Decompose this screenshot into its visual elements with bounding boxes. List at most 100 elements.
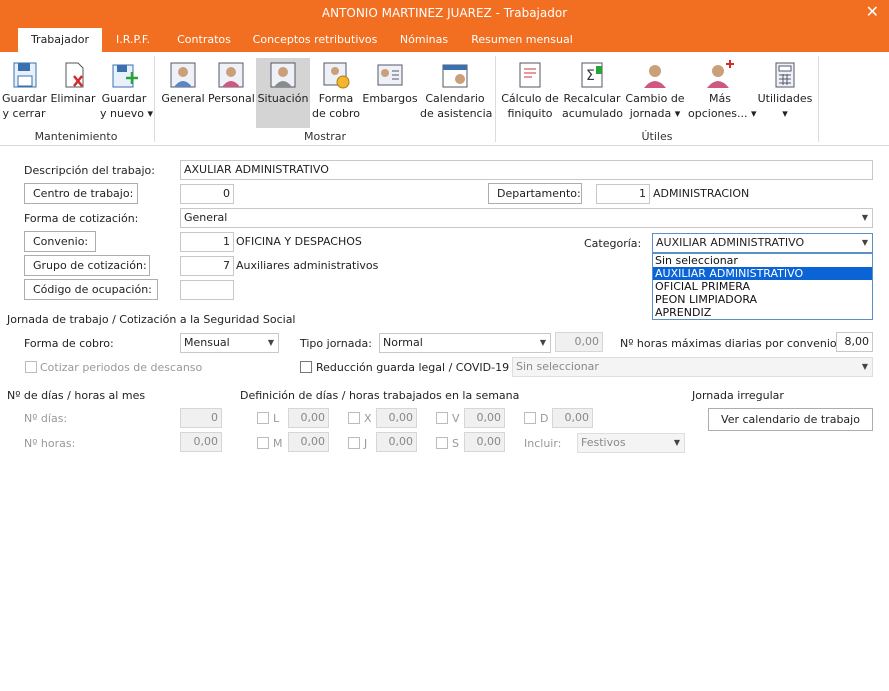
incluir-label: Incluir: xyxy=(524,437,562,450)
tipo-jornada-label: Tipo jornada: xyxy=(300,337,372,350)
day-x-input[interactable]: 0,00 xyxy=(376,408,417,428)
person-icon xyxy=(218,62,244,88)
categoria-option[interactable]: OFICIAL PRIMERA xyxy=(653,280,872,293)
cotizar-descanso-checkbox[interactable] xyxy=(25,361,37,373)
tab-conceptos-retributivos[interactable]: Conceptos retributivos xyxy=(250,28,380,52)
codigo-ocupacion-input[interactable] xyxy=(180,280,234,300)
person-card-icon xyxy=(170,62,196,88)
horas-max-input[interactable]: 8,00 xyxy=(836,332,873,352)
tab-resumen-mensual[interactable]: Resumen mensual xyxy=(468,28,576,52)
day-s-label: S xyxy=(452,437,459,450)
day-x-label: X xyxy=(364,412,372,425)
personal-button[interactable]: Personal xyxy=(208,58,255,128)
categoria-select[interactable]: AUXILIAR ADMINISTRATIVO ▼ xyxy=(652,233,873,253)
group-utiles: Útiles xyxy=(641,130,673,143)
forma-cotizacion-select[interactable]: General ▼ xyxy=(180,208,873,228)
convenio-button[interactable]: Convenio: xyxy=(24,231,96,252)
tab-contratos[interactable]: Contratos xyxy=(170,28,238,52)
cotizar-descanso-label: Cotizar periodos de descanso xyxy=(40,361,203,374)
eliminar-button[interactable]: Eliminar xyxy=(50,58,96,128)
embargo-icon xyxy=(377,64,403,86)
ribbon: Guardar y cerrar Eliminar Guardar y nuev… xyxy=(0,52,889,146)
guardar-cerrar-button[interactable]: Guardar y cerrar xyxy=(2,58,47,128)
day-s-checkbox[interactable] xyxy=(436,437,448,449)
calendar-icon xyxy=(442,64,468,88)
calendario-asistencia-button[interactable]: Calendario de asistencia xyxy=(420,58,492,128)
chevron-down-icon: ▼ xyxy=(861,362,868,371)
day-d-checkbox[interactable] xyxy=(524,412,536,424)
descripcion-label: Descripción del trabajo: xyxy=(24,164,155,177)
dias-label: Nº días: xyxy=(24,412,68,425)
categoria-option[interactable]: PEON LIMPIADORA xyxy=(653,293,872,306)
centro-trabajo-button[interactable]: Centro de trabajo: xyxy=(24,183,138,204)
convenio-input[interactable]: 1 xyxy=(180,232,234,252)
horas-input[interactable]: 0,00 xyxy=(180,432,222,452)
ver-calendario-button[interactable]: Ver calendario de trabajo xyxy=(708,408,873,431)
guardar-nuevo-button[interactable]: Guardar y nuevo ▾ xyxy=(100,58,153,128)
departamento-name: ADMINISTRACION xyxy=(653,187,750,200)
incluir-select[interactable]: Festivos ▼ xyxy=(577,433,685,453)
situacion-button[interactable]: Situación xyxy=(256,58,310,128)
mas-opciones-button[interactable]: Más opciones... ▾ xyxy=(688,58,757,128)
tipo-jornada-pct-input[interactable]: 0,00 xyxy=(555,332,603,352)
day-m-checkbox[interactable] xyxy=(257,437,269,449)
delete-icon xyxy=(65,62,84,88)
chevron-down-icon: ▼ xyxy=(861,213,868,222)
recalcular-button[interactable]: Σ Recalcular acumulado xyxy=(562,58,623,128)
grupo-cotizacion-input[interactable]: 7 xyxy=(180,256,234,276)
departamento-button[interactable]: Departamento: xyxy=(488,183,582,204)
tab-bar: Trabajador I.R.P.F. Contratos Conceptos … xyxy=(0,28,889,52)
day-j-checkbox[interactable] xyxy=(348,437,360,449)
day-d-input[interactable]: 0,00 xyxy=(552,408,593,428)
finiquito-button[interactable]: Cálculo de finiquito xyxy=(500,58,560,128)
ribbon-separator xyxy=(818,56,819,142)
group-mantenimiento: Mantenimiento xyxy=(34,130,118,143)
centro-trabajo-input[interactable]: 0 xyxy=(180,184,234,204)
tab-trabajador[interactable]: Trabajador xyxy=(18,28,102,52)
ribbon-separator xyxy=(154,56,155,142)
day-l-input[interactable]: 0,00 xyxy=(288,408,329,428)
settlement-icon xyxy=(519,62,541,88)
general-button[interactable]: General xyxy=(160,58,206,128)
save-new-icon xyxy=(112,64,138,88)
embargos-button[interactable]: Embargos xyxy=(362,58,418,128)
day-v-checkbox[interactable] xyxy=(436,412,448,424)
calculator-icon xyxy=(775,62,795,88)
save-close-icon xyxy=(13,62,37,88)
categoria-option[interactable]: APRENDIZ xyxy=(653,306,872,319)
forma-cobro-label: Forma de cobro: xyxy=(24,337,114,350)
tipo-jornada-select[interactable]: Normal ▼ xyxy=(379,333,551,353)
window-title: ANTONIO MARTINEZ JUAREZ - Trabajador xyxy=(321,6,568,20)
tab-irpf[interactable]: I.R.P.F. xyxy=(108,28,158,52)
svg-text:Σ: Σ xyxy=(586,68,595,84)
day-m-input[interactable]: 0,00 xyxy=(288,432,329,452)
codigo-ocupacion-button[interactable]: Código de ocupación: xyxy=(24,279,158,300)
utilidades-button[interactable]: Utilidades ▾ xyxy=(756,58,814,128)
day-v-label: V xyxy=(452,412,460,425)
payment-icon xyxy=(323,62,350,89)
day-l-label: L xyxy=(273,412,280,425)
grupo-cotizacion-button[interactable]: Grupo de cotización: xyxy=(24,255,150,276)
more-options-icon xyxy=(707,60,734,88)
cambio-jornada-button[interactable]: Cambio de jornada ▾ xyxy=(624,58,686,128)
descripcion-input[interactable]: AXULIAR ADMINISTRATIVO xyxy=(180,160,873,180)
categoria-option-selected[interactable]: AUXILIAR ADMINISTRATIVO xyxy=(653,267,872,280)
dias-input[interactable]: 0 xyxy=(180,408,222,428)
day-j-input[interactable]: 0,00 xyxy=(376,432,417,452)
day-x-checkbox[interactable] xyxy=(348,412,360,424)
horas-label: Nº horas: xyxy=(24,437,76,450)
forma-cobro-select[interactable]: Mensual ▼ xyxy=(180,333,279,353)
reduccion-checkbox[interactable] xyxy=(300,361,312,373)
reduccion-select[interactable]: Sin seleccionar ▼ xyxy=(512,357,873,377)
day-s-input[interactable]: 0,00 xyxy=(464,432,505,452)
departamento-input[interactable]: 1 xyxy=(596,184,650,204)
forma-cobro-button[interactable]: Forma de cobro xyxy=(312,58,360,128)
title-bar: ANTONIO MARTINEZ JUAREZ - Trabajador ✕ T… xyxy=(0,0,889,52)
close-icon[interactable]: ✕ xyxy=(866,2,879,21)
day-v-input[interactable]: 0,00 xyxy=(464,408,505,428)
semana-title: Definición de días / horas trabajados en… xyxy=(240,389,520,402)
sum-icon: Σ xyxy=(581,62,603,88)
day-l-checkbox[interactable] xyxy=(257,412,269,424)
tab-nominas[interactable]: Nóminas xyxy=(392,28,456,52)
categoria-option[interactable]: Sin seleccionar xyxy=(653,254,872,267)
